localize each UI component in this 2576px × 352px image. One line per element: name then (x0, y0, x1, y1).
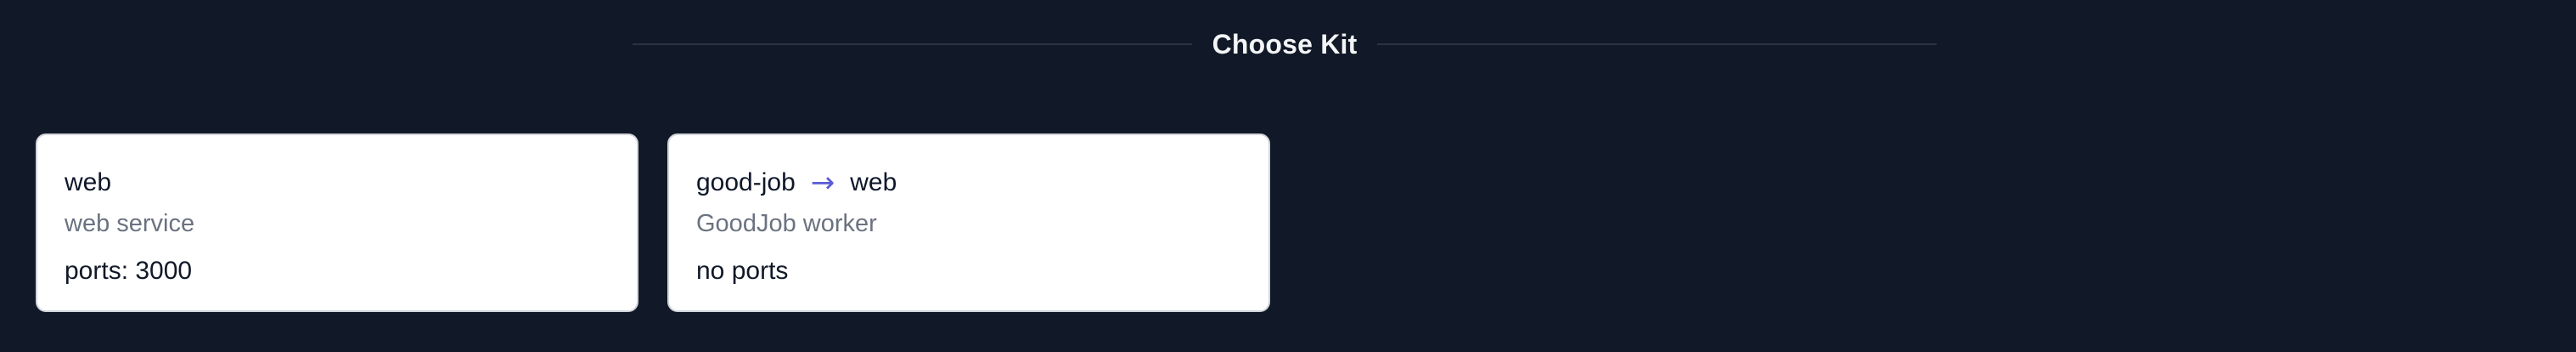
kit-card-title: web (65, 166, 610, 200)
kit-card-title: good-job → web (696, 166, 1241, 200)
kit-card-web[interactable]: web web service ports: 3000 (36, 133, 638, 312)
choose-kit-header: Choose Kit (633, 20, 1938, 68)
kit-card-list: web web service ports: 3000 good-job → w… (36, 133, 1270, 312)
arrow-right-icon: → (810, 166, 835, 200)
kit-ports: no ports (696, 257, 789, 285)
kit-name: good-job (696, 168, 796, 196)
heading-divider-right (1377, 43, 1938, 45)
choose-kit-page: Choose Kit web web service ports: 3000 g… (0, 0, 2576, 352)
heading-divider-left (633, 43, 1192, 45)
kit-target-name: web (850, 168, 897, 196)
kit-card-good-job[interactable]: good-job → web GoodJob worker no ports (667, 133, 1270, 312)
kit-name: web (65, 168, 112, 196)
kit-description: GoodJob worker (696, 210, 877, 237)
kit-ports: ports: 3000 (65, 257, 193, 285)
kit-description: web service (65, 210, 195, 237)
page-title: Choose Kit (1212, 28, 1358, 60)
